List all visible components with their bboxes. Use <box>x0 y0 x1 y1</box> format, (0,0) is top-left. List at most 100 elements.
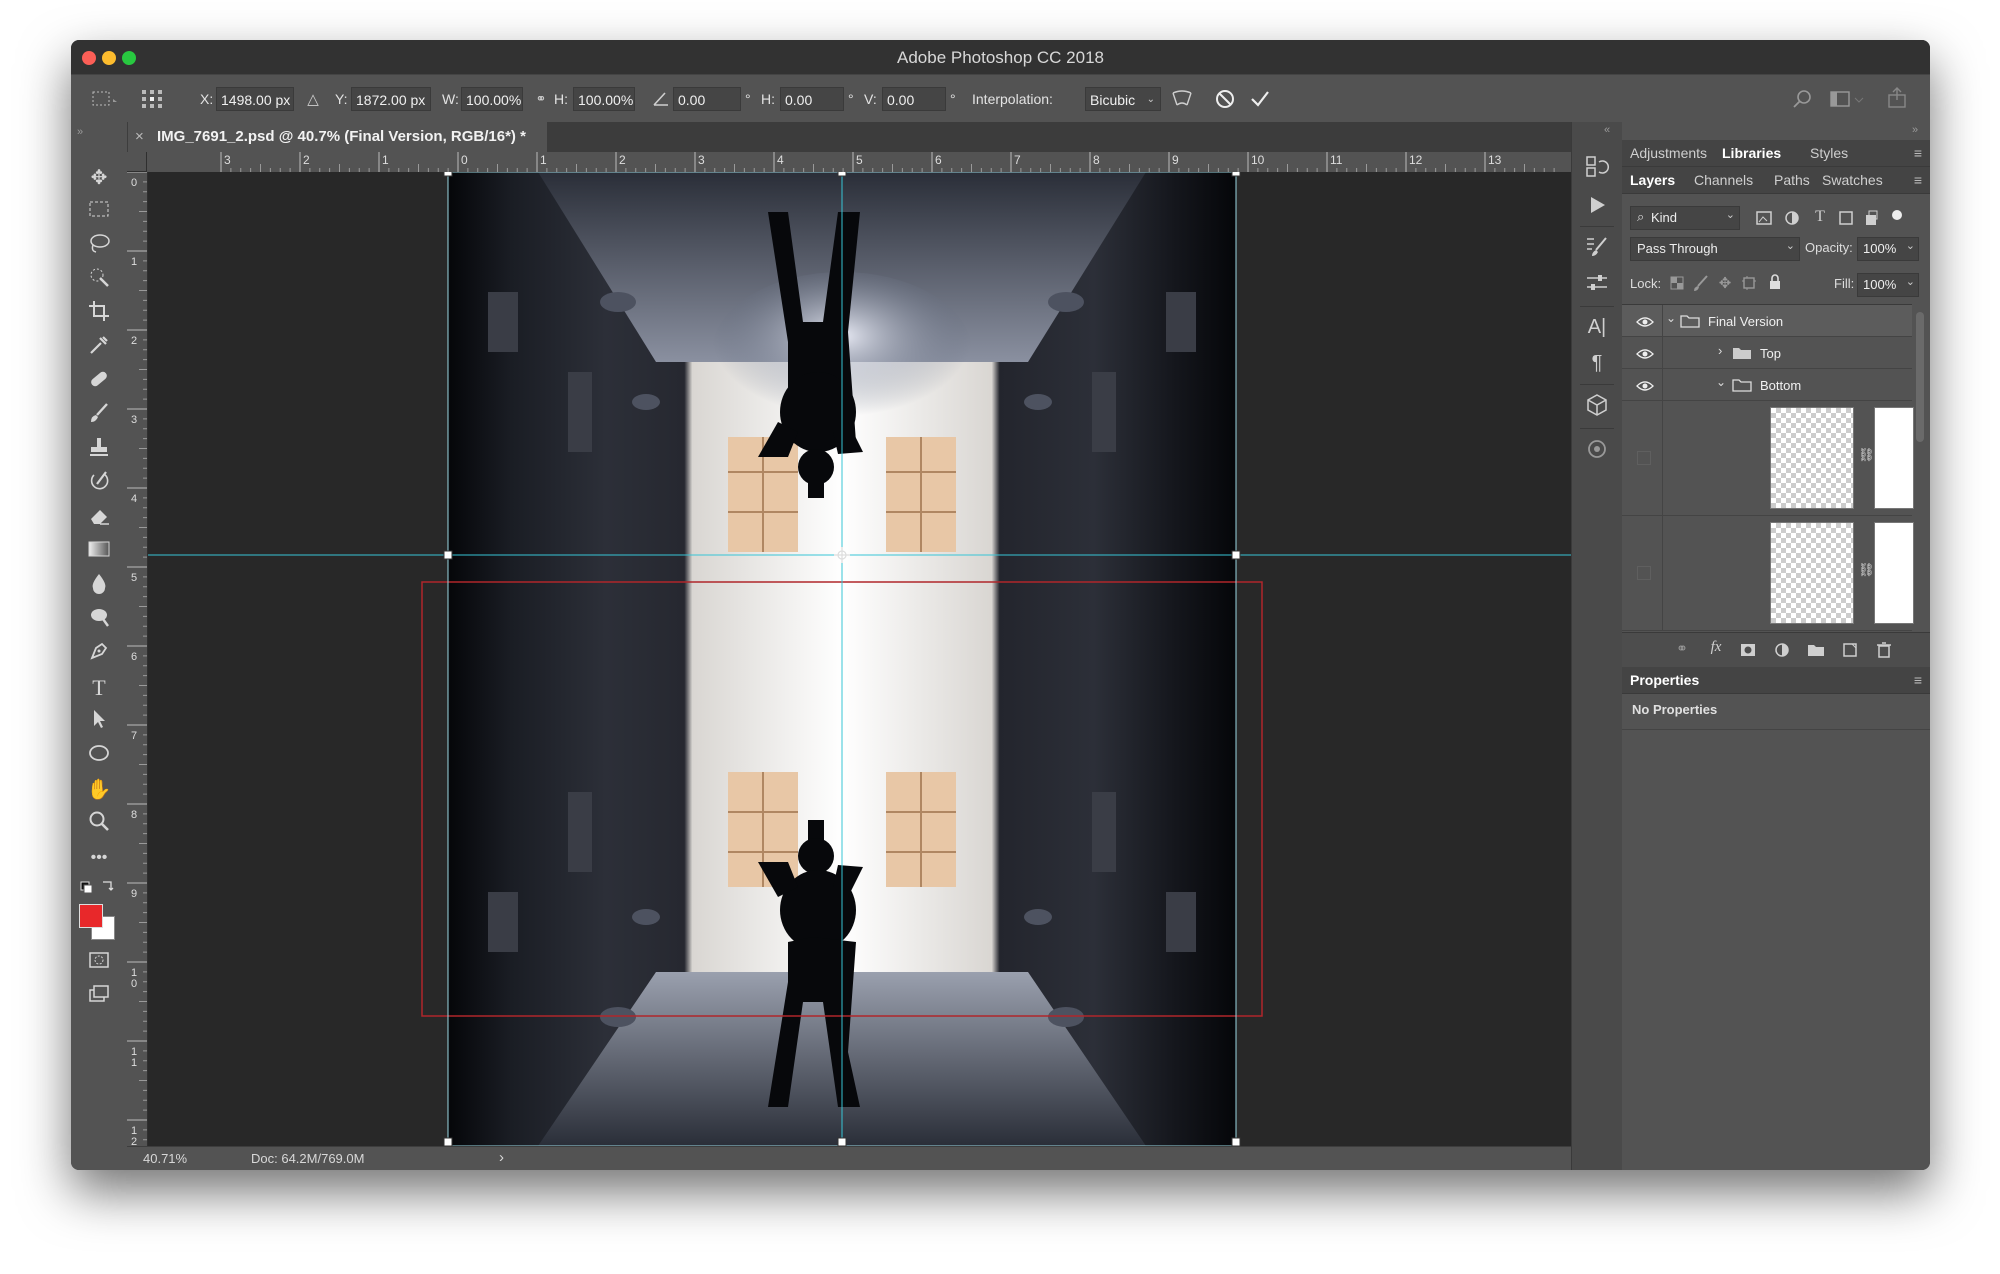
document-tab[interactable]: × IMG_7691_2.psd @ 40.7% (Final Version,… <box>127 122 547 152</box>
blur-icon[interactable] <box>81 572 117 600</box>
filter-toggle[interactable] <box>1892 210 1902 220</box>
blend-mode-select[interactable]: Pass Through ⌄ <box>1630 237 1800 261</box>
fx-icon[interactable]: fx <box>1704 639 1728 659</box>
link-layers-icon[interactable]: ⚭ <box>1672 640 1692 660</box>
layer-mask-thumbnail[interactable] <box>1874 522 1914 624</box>
actions-play-icon[interactable] <box>1584 192 1610 218</box>
angle-field[interactable]: 0.00 <box>673 87 741 111</box>
brush-settings-icon[interactable] <box>1584 234 1610 260</box>
pen-icon[interactable] <box>81 640 117 668</box>
collapse-icon[interactable]: » <box>1912 124 1918 136</box>
paragraph-icon[interactable]: ¶ <box>1584 350 1610 376</box>
3d-cube-icon[interactable] <box>1584 392 1610 418</box>
add-mask-icon[interactable] <box>1738 640 1758 660</box>
tab-swatches[interactable]: Swatches <box>1822 172 1883 188</box>
search-icon[interactable] <box>1790 87 1814 111</box>
status-menu-arrow[interactable]: › <box>499 1149 504 1166</box>
eye-icon[interactable] <box>1636 347 1654 359</box>
ellipse-icon[interactable] <box>81 742 117 770</box>
path-select-icon[interactable] <box>81 708 117 736</box>
chevron-right-icon[interactable]: › <box>1718 343 1722 358</box>
lock-transparent-icon[interactable] <box>1668 274 1686 292</box>
visibility-checkbox[interactable] <box>1637 451 1651 465</box>
foreground-color-swatch[interactable] <box>79 904 103 928</box>
width-field[interactable]: 100.00% <box>461 87 523 111</box>
layer-row-top[interactable]: › Top <box>1622 337 1912 369</box>
eye-icon[interactable] <box>1636 379 1654 391</box>
share-icon[interactable] <box>1884 85 1910 111</box>
tab-adjustments[interactable]: Adjustments <box>1630 145 1707 161</box>
move-icon[interactable]: ✥ <box>81 164 117 192</box>
lasso-icon[interactable] <box>81 232 117 260</box>
layer-mask-thumbnail[interactable] <box>1874 407 1914 509</box>
vertical-ruler[interactable]: 0123456789101112 <box>127 172 148 1146</box>
gradient-icon[interactable] <box>81 538 117 566</box>
lock-position-icon[interactable]: ✥ <box>1716 274 1734 292</box>
tool-preset-icon[interactable] <box>87 87 121 111</box>
filter-pixel-icon[interactable] <box>1754 208 1774 228</box>
opacity-field[interactable]: 100% ⌄ <box>1857 237 1919 261</box>
commit-transform-icon[interactable] <box>1247 87 1273 111</box>
type-icon[interactable]: T <box>81 674 117 702</box>
lock-all-icon[interactable] <box>1766 273 1784 291</box>
filter-adjustment-icon[interactable] <box>1782 208 1802 228</box>
height-field[interactable]: 100.00% <box>573 87 635 111</box>
collapse-icon[interactable]: » <box>77 126 83 138</box>
horizontal-ruler[interactable]: 3 2 1 0 1 2 3 4 5 6 7 8 9 10 11 12 13 <box>147 152 1627 173</box>
link-icon[interactable]: ⚭ <box>532 91 550 107</box>
brush-icon[interactable] <box>81 402 117 430</box>
layer-row-smart-object-1[interactable]: ⛓ <box>1622 401 1914 516</box>
more-icon[interactable]: ••• <box>81 844 117 872</box>
x-field[interactable]: 1498.00 px <box>216 87 294 111</box>
hskew-field[interactable]: 0.00 <box>780 87 844 111</box>
lock-pixels-icon[interactable] <box>1692 274 1710 292</box>
reference-point-icon[interactable] <box>139 87 165 111</box>
y-field[interactable]: 1872.00 px <box>351 87 431 111</box>
filter-smart-object-icon[interactable] <box>1862 208 1882 228</box>
trash-icon[interactable] <box>1874 640 1894 660</box>
new-layer-icon[interactable] <box>1840 640 1860 660</box>
kind-filter-select[interactable]: ⌕ Kind ⌄ <box>1630 206 1740 230</box>
zoom-icon[interactable] <box>81 810 117 838</box>
screen-mode-icon[interactable] <box>81 984 117 1012</box>
marquee-icon[interactable] <box>81 198 117 226</box>
healing-icon[interactable] <box>81 368 117 396</box>
panel-menu-icon[interactable]: ≡ <box>1914 172 1922 188</box>
chevron-down-icon[interactable]: ⌄ <box>1716 375 1726 389</box>
tab-paths[interactable]: Paths <box>1774 172 1810 188</box>
collapse-icon[interactable]: « <box>1604 124 1610 136</box>
visibility-checkbox[interactable] <box>1637 566 1651 580</box>
lock-artboard-icon[interactable] <box>1740 274 1758 292</box>
adjust-sliders-icon[interactable] <box>1584 270 1610 296</box>
layer-row-smart-object-2[interactable]: ⛓ <box>1622 516 1914 631</box>
link-icon[interactable]: ⛓ <box>1858 562 1875 578</box>
close-tab-icon[interactable]: × <box>135 122 144 152</box>
layers-scrollbar[interactable] <box>1916 312 1924 442</box>
tab-layers[interactable]: Layers <box>1630 172 1675 188</box>
adjustment-layer-icon[interactable] <box>1772 640 1792 660</box>
canvas-area[interactable] <box>148 172 1627 1146</box>
eyedropper-icon[interactable] <box>81 334 117 362</box>
properties-title[interactable]: Properties <box>1630 672 1699 688</box>
eraser-icon[interactable] <box>81 504 117 532</box>
history-brush-icon[interactable] <box>81 470 117 498</box>
cancel-transform-icon[interactable] <box>1212 87 1238 111</box>
workspace-icon[interactable] <box>1828 87 1866 111</box>
chevron-down-icon[interactable]: ⌄ <box>1666 311 1676 325</box>
delta-icon[interactable]: △ <box>304 90 322 108</box>
zoom-level[interactable]: 40.71% <box>143 1151 187 1166</box>
learn-icon[interactable] <box>1584 436 1610 462</box>
fill-field[interactable]: 100% ⌄ <box>1857 273 1919 297</box>
crop-icon[interactable] <box>81 300 117 328</box>
filter-shape-icon[interactable] <box>1836 208 1856 228</box>
history-icon[interactable] <box>1584 154 1610 180</box>
panel-menu-icon[interactable]: ≡ <box>1914 672 1922 688</box>
hand-icon[interactable]: ✋ <box>81 776 117 804</box>
layer-row-bottom[interactable]: ⌄ Bottom <box>1622 369 1912 401</box>
stamp-icon[interactable] <box>81 436 117 464</box>
quick-select-icon[interactable] <box>81 266 117 294</box>
new-group-icon[interactable] <box>1806 640 1826 660</box>
character-icon[interactable]: A| <box>1584 314 1610 340</box>
dodge-icon[interactable] <box>81 606 117 634</box>
interpolation-select[interactable]: Bicubic ⌄ <box>1085 87 1161 111</box>
